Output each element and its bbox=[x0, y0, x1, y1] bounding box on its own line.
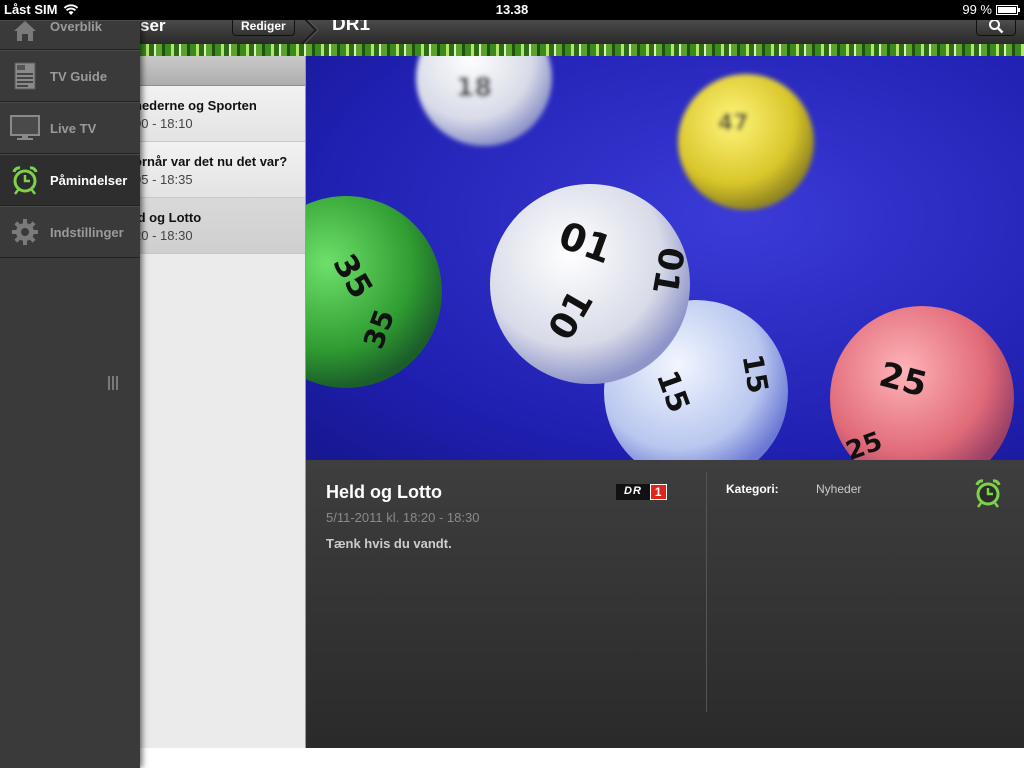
channel-logo-number: 1 bbox=[649, 484, 667, 500]
battery-icon bbox=[996, 4, 1020, 15]
list-header bbox=[140, 56, 305, 86]
menu-item-label: Påmindelser bbox=[50, 172, 128, 188]
list-item-time: 20 - 18:30 bbox=[140, 228, 193, 243]
status-bar: Låst SIM 13.38 99 % bbox=[0, 0, 1024, 20]
program-title: Held og Lotto bbox=[326, 482, 442, 502]
channel-color-stripe bbox=[140, 44, 1024, 56]
ball-number: 47 bbox=[718, 111, 749, 136]
alarm-clock-icon bbox=[10, 165, 40, 195]
menu-item-overblik[interactable]: Overblik bbox=[0, 19, 140, 50]
ball-number-back: 15 bbox=[736, 352, 775, 396]
ball-top: 18 bbox=[416, 56, 552, 146]
monitor-icon bbox=[10, 113, 40, 143]
list-item[interactable]: hederne og Sporten 00 - 18:10 bbox=[140, 86, 305, 142]
list-item-selected[interactable]: ld og Lotto 20 - 18:30 bbox=[140, 198, 305, 254]
list-item[interactable]: ornår var det nu det var? 05 - 18:35 bbox=[140, 142, 305, 198]
list-item-title: ld og Lotto bbox=[140, 210, 202, 225]
ball-number: 18 bbox=[456, 73, 492, 103]
channel-logo-text: DR bbox=[616, 484, 650, 500]
ball-number-side: 01 bbox=[644, 244, 692, 298]
menu-item-settings[interactable]: Indstillinger bbox=[0, 206, 140, 258]
list-item-time: 05 - 18:35 bbox=[140, 172, 193, 187]
category-label: Kategori: bbox=[726, 482, 779, 496]
drag-handle[interactable] bbox=[108, 376, 118, 390]
separator-chevron-icon bbox=[301, 16, 319, 44]
list-item-title: hederne og Sporten bbox=[140, 98, 257, 113]
navigation-bar: ser Rediger DR1 bbox=[0, 14, 1024, 44]
list-item-title: ornår var det nu det var? bbox=[140, 154, 288, 169]
status-time: 13.38 bbox=[495, 2, 529, 17]
menu-item-reminders[interactable]: Påmindelser bbox=[0, 154, 140, 206]
menu-item-label: TV Guide bbox=[50, 68, 108, 84]
lottery-balls-illustration: 18 47 35 35 15 15 25 25 01 01 01 bbox=[306, 56, 1014, 460]
gear-icon bbox=[10, 217, 40, 247]
list-item-time: 00 - 18:10 bbox=[140, 116, 193, 131]
menu-item-label: Indstillinger bbox=[50, 224, 124, 240]
menu-item-tv-guide[interactable]: TV Guide bbox=[0, 50, 140, 102]
menu-item-label: Overblik bbox=[50, 19, 103, 34]
menu-item-live-tv[interactable]: Live TV bbox=[0, 102, 140, 154]
bottom-area bbox=[140, 748, 1024, 768]
program-date: 5/11-2011 kl. 18:20 - 18:30 bbox=[326, 510, 480, 525]
ball-green: 35 35 bbox=[306, 196, 442, 388]
ball-pink: 25 25 bbox=[830, 306, 1014, 460]
battery-fill bbox=[998, 6, 1016, 13]
tv-guide-icon bbox=[10, 61, 40, 91]
program-image: 18 47 35 35 15 15 25 25 01 01 01 bbox=[306, 56, 1024, 460]
battery-percent: 99 % bbox=[962, 2, 992, 17]
reminder-button[interactable] bbox=[974, 478, 1002, 508]
program-detail: 18 47 35 35 15 15 25 25 01 01 01 Held og… bbox=[306, 56, 1024, 748]
reminder-list: hederne og Sporten 00 - 18:10 ornår var … bbox=[140, 56, 306, 748]
alarm-clock-icon bbox=[975, 479, 1001, 508]
channel-logo: DR 1 bbox=[616, 484, 667, 500]
side-menu: Overblik TV Guide Live TV Påmindelser In… bbox=[0, 19, 140, 768]
menu-item-label: Live TV bbox=[50, 120, 97, 136]
ball-white: 01 01 01 bbox=[490, 184, 691, 384]
program-description: Tænk hvis du vandt. bbox=[326, 536, 452, 551]
ball-yellow: 47 bbox=[678, 74, 814, 210]
category-value: Nyheder bbox=[816, 482, 862, 496]
info-divider bbox=[706, 472, 707, 712]
program-info: Held og Lotto 5/11-2011 kl. 18:20 - 18:3… bbox=[306, 460, 1024, 748]
